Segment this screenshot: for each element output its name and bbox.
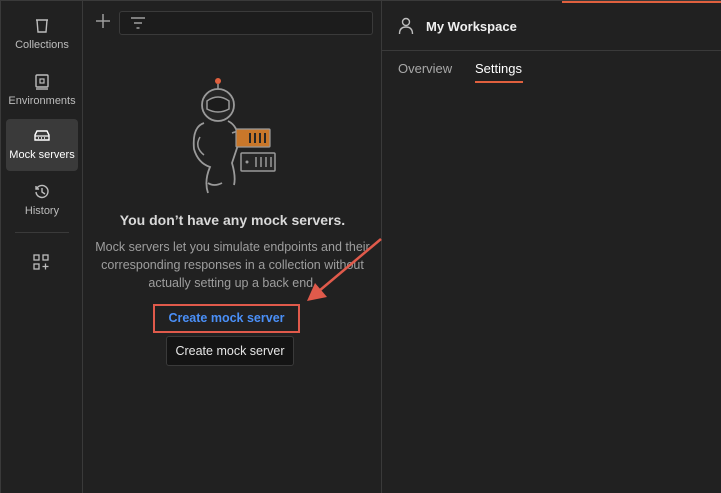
history-icon	[35, 184, 49, 199]
empty-state-title: You don’t have any mock servers.	[119, 212, 346, 228]
sidebar-item-label: Environments	[8, 95, 76, 107]
sidebar-item-label: History	[24, 205, 60, 217]
sidebar-item-label: Mock servers	[9, 149, 75, 161]
sidebar-rail: Collections Environments Mock servers Hi…	[1, 1, 83, 493]
tab-settings[interactable]: Settings	[475, 61, 522, 76]
workspace-header: My Workspace	[382, 1, 721, 51]
workspace-pane: My Workspace Overview Settings	[382, 1, 721, 493]
sidebar-item-collections[interactable]: Collections	[6, 9, 78, 61]
sidebar-item-environments[interactable]: Environments	[6, 65, 78, 117]
app-window: Collections Environments Mock servers Hi…	[0, 0, 721, 493]
active-tab-indicator	[475, 81, 523, 83]
filter-icon	[131, 17, 145, 29]
mock-servers-panel: You don’t have any mock servers. Mock se…	[83, 1, 382, 493]
add-icon[interactable]	[93, 11, 113, 31]
empty-state-description: Mock servers let you simulate endpoints …	[95, 240, 370, 290]
sidebar-item-history[interactable]: History	[6, 175, 78, 227]
astronaut-illustration	[192, 78, 276, 194]
environments-icon	[35, 74, 49, 90]
sidebar-item-mock-servers[interactable]: Mock servers	[6, 119, 78, 171]
create-mock-server-link[interactable]: Create mock server	[153, 304, 300, 333]
create-mock-server-tooltip: Create mock server	[166, 336, 294, 366]
collections-icon	[36, 19, 48, 33]
sidebar-item-label: Collections	[15, 39, 69, 51]
filter-input[interactable]	[119, 11, 373, 35]
configure-sidebar-icon[interactable]	[32, 253, 50, 271]
tab-overview[interactable]: Overview	[398, 61, 452, 76]
user-icon	[398, 17, 414, 35]
sidebar-divider	[15, 232, 69, 233]
panel-toolbar	[83, 1, 382, 45]
workspace-name: My Workspace	[426, 19, 517, 34]
mock-servers-icon	[34, 130, 50, 141]
